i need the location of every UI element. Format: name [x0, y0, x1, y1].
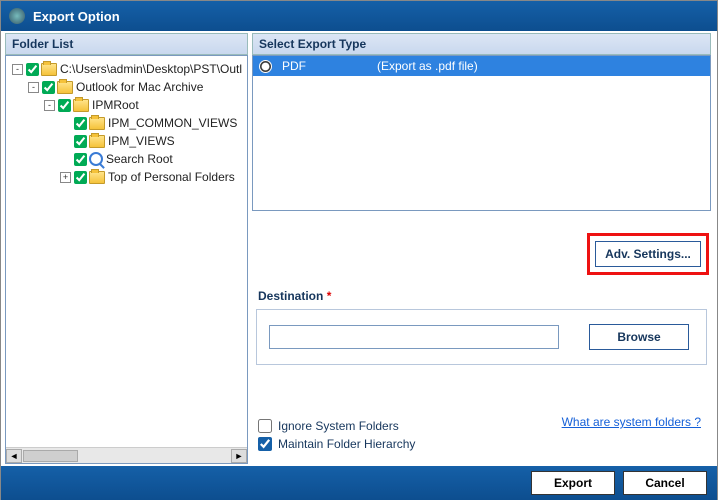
export-option-pdf[interactable]: PDF (Export as .pdf file) — [253, 56, 710, 76]
content-area: Folder List - C:\Users\admin\Desktop\PST… — [1, 31, 717, 466]
tree-checkbox[interactable] — [74, 153, 87, 166]
folder-list-panel: Folder List - C:\Users\admin\Desktop\PST… — [1, 31, 248, 466]
search-icon — [89, 152, 103, 166]
adv-settings-row: Adv. Settings... — [252, 211, 711, 289]
destination-input[interactable] — [269, 325, 559, 349]
scroll-left-icon[interactable]: ◄ — [6, 449, 22, 463]
cancel-button[interactable]: Cancel — [623, 471, 707, 495]
expander-icon[interactable]: - — [44, 100, 55, 111]
expander-icon[interactable]: + — [60, 172, 71, 183]
tree-checkbox[interactable] — [74, 135, 87, 148]
app-icon — [9, 8, 25, 24]
maintain-hierarchy-label: Maintain Folder Hierarchy — [278, 437, 415, 451]
expander-spacer — [60, 118, 71, 129]
footer-bar: Export Cancel — [1, 466, 717, 500]
folder-tree-container: - C:\Users\admin\Desktop\PST\Outl - Outl… — [5, 55, 248, 464]
folder-icon — [57, 81, 73, 94]
tree-label: Search Root — [106, 152, 173, 166]
export-type-panel: Select Export Type PDF (Export as .pdf f… — [248, 31, 717, 466]
tree-checkbox[interactable] — [26, 63, 39, 76]
tree-row[interactable]: + Top of Personal Folders — [8, 168, 245, 186]
tree-checkbox[interactable] — [74, 171, 87, 184]
tree-row[interactable]: Search Root — [8, 150, 245, 168]
options-area: What are system folders ? Ignore System … — [252, 365, 711, 461]
tree-row[interactable]: IPM_VIEWS — [8, 132, 245, 150]
export-type-list[interactable]: PDF (Export as .pdf file) — [252, 55, 711, 211]
title-bar: Export Option — [1, 1, 717, 31]
export-button[interactable]: Export — [531, 471, 615, 495]
tree-checkbox[interactable] — [58, 99, 71, 112]
export-option-desc: (Export as .pdf file) — [377, 59, 478, 73]
tree-label: IPMRoot — [92, 98, 139, 112]
tree-label: Outlook for Mac Archive — [76, 80, 203, 94]
expander-spacer — [60, 154, 71, 165]
expander-icon[interactable]: - — [28, 82, 39, 93]
folder-icon — [89, 117, 105, 130]
folder-icon — [89, 171, 105, 184]
folder-icon — [41, 63, 57, 76]
horizontal-scrollbar[interactable]: ◄ ► — [6, 447, 247, 463]
scroll-thumb[interactable] — [23, 450, 78, 462]
folder-list-header: Folder List — [5, 33, 248, 55]
browse-button[interactable]: Browse — [589, 324, 689, 350]
tree-row[interactable]: IPM_COMMON_VIEWS — [8, 114, 245, 132]
expander-icon[interactable]: - — [12, 64, 23, 75]
maintain-hierarchy-checkbox[interactable] — [258, 437, 272, 451]
tree-label: Top of Personal Folders — [108, 170, 235, 184]
tree-row[interactable]: - IPMRoot — [8, 96, 245, 114]
destination-label: Destination * — [252, 289, 711, 309]
scroll-right-icon[interactable]: ► — [231, 449, 247, 463]
export-radio-pdf[interactable] — [259, 60, 272, 73]
expander-spacer — [60, 136, 71, 147]
ignore-system-label: Ignore System Folders — [278, 419, 399, 433]
highlight-box — [587, 233, 709, 275]
window-title: Export Option — [33, 9, 120, 24]
tree-row-root[interactable]: - C:\Users\admin\Desktop\PST\Outl — [8, 60, 245, 78]
export-type-header: Select Export Type — [252, 33, 711, 55]
maintain-hierarchy-option[interactable]: Maintain Folder Hierarchy — [258, 437, 705, 451]
tree-label: IPM_COMMON_VIEWS — [108, 116, 237, 130]
destination-row: Browse — [256, 309, 707, 365]
system-folders-link[interactable]: What are system folders ? — [562, 415, 701, 429]
tree-label: IPM_VIEWS — [108, 134, 175, 148]
folder-icon — [89, 135, 105, 148]
export-option-label: PDF — [282, 59, 377, 73]
tree-label: C:\Users\admin\Desktop\PST\Outl — [60, 62, 242, 76]
tree-checkbox[interactable] — [42, 81, 55, 94]
folder-icon — [73, 99, 89, 112]
ignore-system-checkbox[interactable] — [258, 419, 272, 433]
folder-tree[interactable]: - C:\Users\admin\Desktop\PST\Outl - Outl… — [6, 56, 247, 447]
tree-checkbox[interactable] — [74, 117, 87, 130]
tree-row[interactable]: - Outlook for Mac Archive — [8, 78, 245, 96]
required-asterisk: * — [327, 289, 332, 303]
